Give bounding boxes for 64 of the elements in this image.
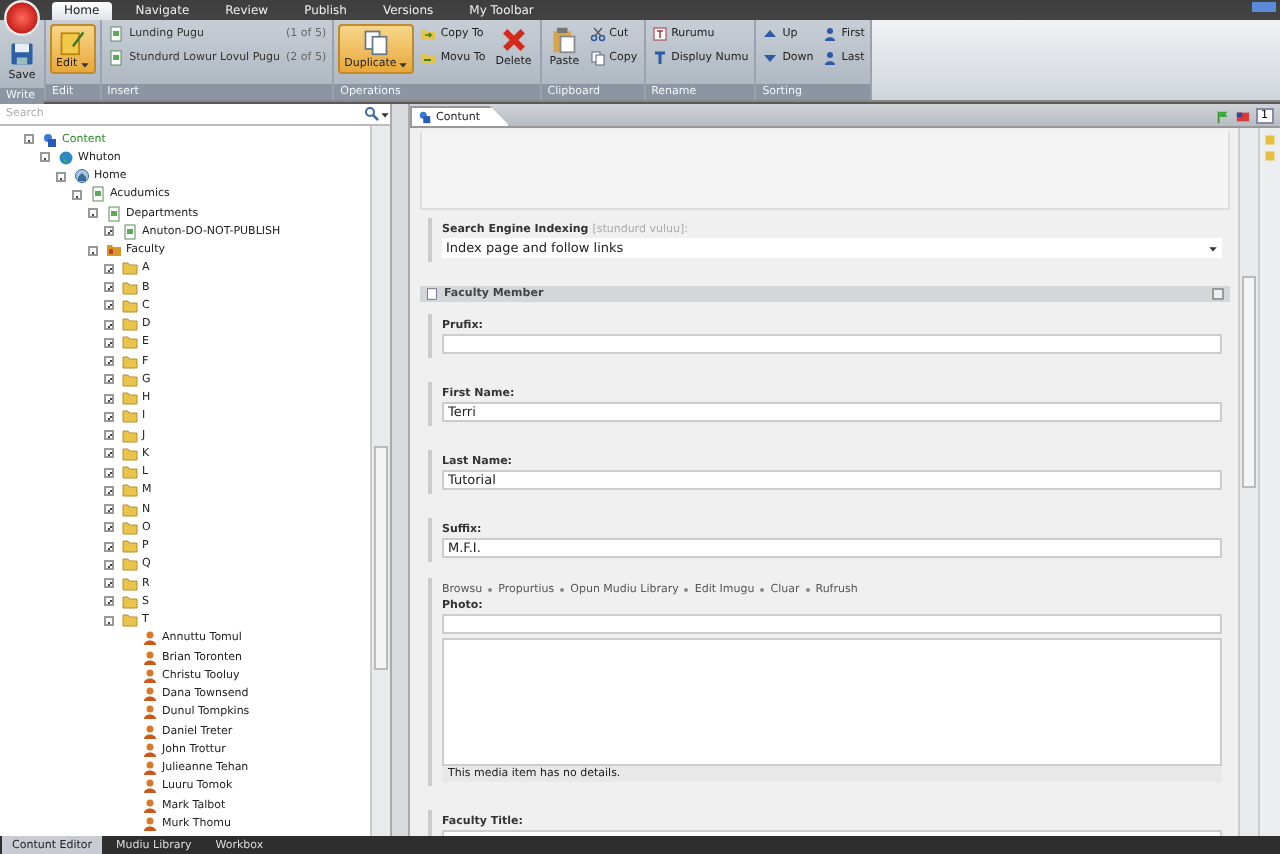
clipboard-icon — [550, 26, 579, 54]
text-field[interactable] — [442, 334, 1222, 354]
collapse-toggle[interactable] — [104, 615, 114, 626]
separator-dot — [805, 588, 810, 592]
app-menu-button[interactable] — [4, 0, 40, 36]
expand-toggle[interactable] — [104, 282, 114, 293]
expand-toggle[interactable] — [104, 337, 114, 348]
scrollbar-thumb[interactable] — [374, 446, 388, 670]
expand-toggle[interactable] — [104, 374, 114, 385]
expand-toggle[interactable] — [104, 356, 114, 367]
expand-toggle[interactable] — [104, 541, 114, 552]
content-icon — [418, 110, 432, 124]
documents-icon — [362, 28, 391, 56]
flag-icon — [1235, 109, 1249, 123]
separator-dot — [488, 588, 493, 592]
caret-icon — [79, 59, 90, 69]
caret-icon — [398, 59, 409, 69]
expand-toggle[interactable] — [104, 393, 114, 404]
scrollbar-thumb[interactable] — [1242, 276, 1256, 488]
collapse-toggle[interactable] — [88, 245, 98, 256]
separator-dot — [684, 588, 689, 592]
collapse-toggle[interactable] — [72, 189, 82, 200]
collapse-toggle[interactable] — [88, 208, 98, 219]
scissors-icon — [589, 26, 606, 42]
section-icon — [426, 288, 438, 300]
separator-dot — [760, 588, 765, 592]
folder-arrow-icon — [420, 50, 437, 66]
content-icon — [42, 131, 58, 148]
flag-icon — [1215, 109, 1229, 123]
caret-icon — [380, 109, 390, 119]
collapse-toggle[interactable] — [24, 134, 34, 145]
expand-toggle[interactable] — [104, 300, 114, 311]
folder-arrow-icon — [420, 26, 437, 42]
collapse-toggle[interactable] — [40, 152, 50, 163]
caret-icon — [1208, 243, 1218, 253]
pencil-page-icon — [58, 28, 87, 56]
globe-icon — [58, 149, 74, 166]
collapse-toggle[interactable] — [56, 171, 66, 182]
text-icon — [651, 50, 668, 66]
delete-icon — [499, 26, 528, 54]
arrow-down-icon — [762, 50, 779, 66]
expand-toggle[interactable] — [104, 319, 114, 330]
expand-toggle[interactable] — [104, 578, 114, 589]
expand-toggle[interactable] — [104, 467, 114, 478]
person-up-icon — [821, 26, 838, 42]
person-down-icon — [821, 50, 838, 66]
path-field[interactable] — [442, 614, 1222, 634]
expand-toggle[interactable] — [104, 596, 114, 607]
expand-toggle[interactable] — [104, 226, 114, 237]
expand-toggle[interactable] — [104, 430, 114, 441]
expand-toggle[interactable] — [104, 411, 114, 422]
expand-toggle[interactable] — [104, 263, 114, 274]
arrow-up-icon — [762, 26, 779, 42]
expand-toggle[interactable] — [104, 522, 114, 533]
separator-dot — [560, 588, 565, 592]
copy-icon — [589, 50, 606, 66]
expand-toggle[interactable] — [104, 504, 114, 515]
expand-toggle[interactable] — [104, 485, 114, 496]
expand-toggle[interactable] — [104, 448, 114, 459]
search-icon — [364, 106, 380, 122]
home-icon — [74, 168, 90, 185]
expand-toggle[interactable] — [104, 559, 114, 570]
collapse-toggle[interactable] — [1212, 288, 1224, 300]
rename-icon — [651, 26, 668, 42]
